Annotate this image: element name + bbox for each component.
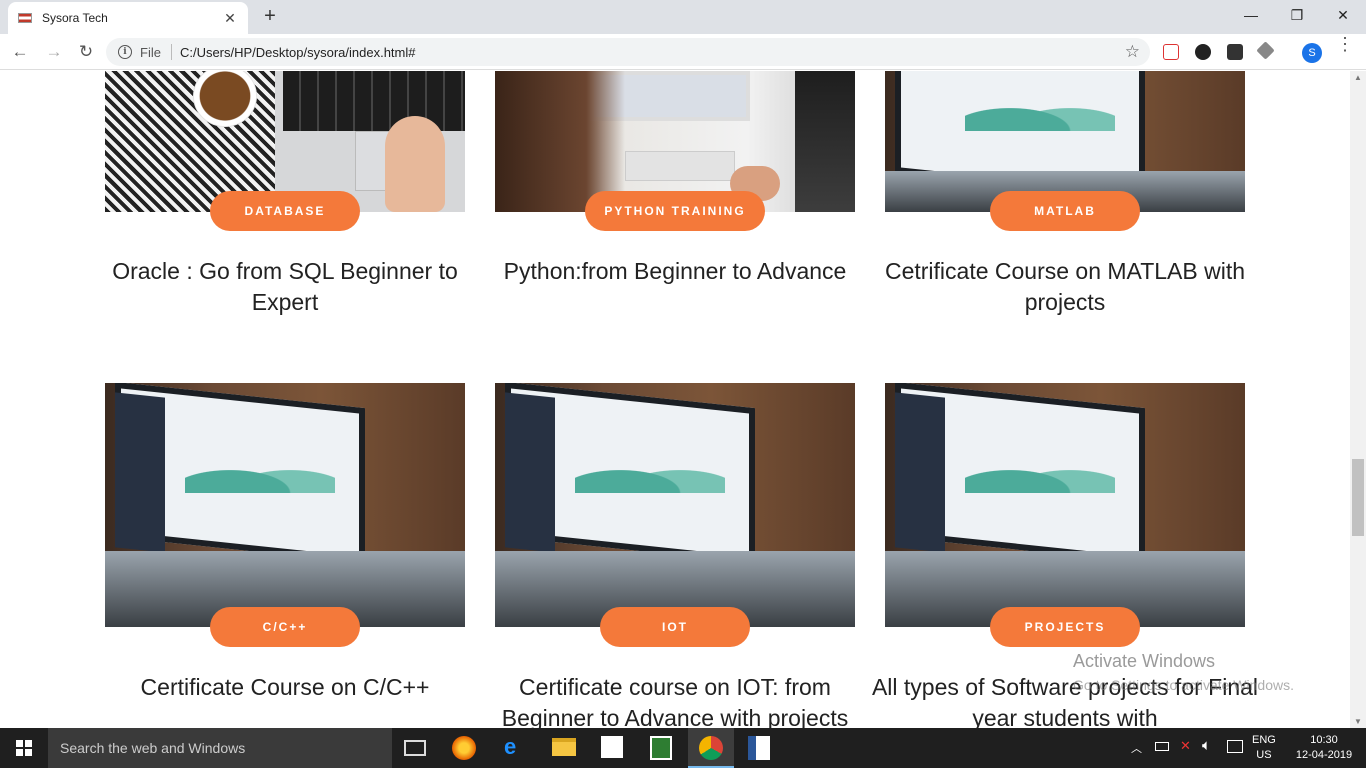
word-icon[interactable]: [748, 736, 770, 760]
page-scrollbar[interactable]: ▲ ▼: [1350, 71, 1366, 728]
reload-button[interactable]: ↻: [74, 40, 98, 64]
file-label: File: [140, 44, 161, 60]
category-pill[interactable]: DATABASE: [210, 191, 360, 231]
image-keyboard: [283, 71, 465, 131]
page-viewport: DATABASE Oracle : Go from SQL Beginner t…: [0, 71, 1350, 728]
region-code: US: [1256, 749, 1272, 761]
url-text[interactable]: C:/Users/HP/Desktop/sysora/index.html#: [180, 45, 416, 60]
image-laptop-sidebar: [115, 392, 165, 553]
language-indicator[interactable]: ENG US: [1252, 733, 1276, 763]
course-title[interactable]: Certificate course on IOT: from Beginner…: [475, 672, 875, 728]
course-title[interactable]: Oracle : Go from SQL Beginner to Expert: [85, 256, 485, 318]
network-icon[interactable]: ✕: [1180, 738, 1191, 754]
activate-windows-subtitle: Go to Settings to activate Windows.: [1073, 677, 1294, 693]
minimize-button[interactable]: —: [1228, 0, 1274, 30]
course-title[interactable]: Certificate Course on C/C++: [85, 672, 485, 703]
site-favicon-icon: [18, 13, 32, 23]
chrome-taskbar-button[interactable]: [688, 728, 734, 768]
course-card[interactable]: MATLAB Cetrificate Course on MATLAB with…: [885, 71, 1245, 315]
course-card[interactable]: PYTHON TRAINING Python:from Beginner to …: [495, 71, 855, 284]
browser-tab[interactable]: Sysora Tech ✕: [8, 2, 248, 34]
volume-icon[interactable]: 🔈︎: [1202, 737, 1211, 754]
show-hidden-icons-icon[interactable]: ︿: [1131, 740, 1142, 756]
spreadsheet-app-icon[interactable]: [650, 736, 672, 760]
file-explorer-icon[interactable]: [552, 738, 576, 756]
image-chart-wave: [965, 91, 1115, 131]
store-icon[interactable]: [601, 736, 623, 758]
extension-1-icon[interactable]: [1163, 44, 1179, 60]
category-pill[interactable]: MATLAB: [990, 191, 1140, 231]
omnibox-divider: [170, 44, 172, 60]
image-chart-wave: [965, 453, 1115, 493]
course-card[interactable]: C/C++ Certificate Course on C/C++: [105, 383, 465, 700]
new-tab-button[interactable]: +: [258, 5, 282, 28]
course-card[interactable]: IOT Certificate course on IOT: from Begi…: [495, 383, 855, 728]
scroll-up-arrow-icon[interactable]: ▲: [1350, 73, 1366, 82]
course-card[interactable]: PROJECTS All types of Software projects …: [872, 383, 1258, 728]
image-laptop-sidebar: [895, 392, 945, 553]
image-chart-wave: [185, 453, 335, 493]
extension-4-icon[interactable]: [1256, 41, 1275, 60]
chrome-icon: [699, 736, 723, 760]
back-button[interactable]: ←: [8, 40, 32, 64]
info-icon[interactable]: i: [118, 45, 132, 59]
tab-close-icon[interactable]: ✕: [222, 10, 238, 27]
start-button[interactable]: [0, 728, 48, 768]
course-title[interactable]: Cetrificate Course on MATLAB with projec…: [865, 256, 1265, 318]
clock[interactable]: 10:30 12-04-2019: [1286, 733, 1362, 763]
address-bar[interactable]: i File C:/Users/HP/Desktop/sysora/index.…: [106, 38, 1150, 66]
scroll-thumb[interactable]: [1352, 459, 1364, 536]
bookmark-star-icon[interactable]: ☆: [1125, 42, 1140, 62]
task-view-icon[interactable]: [404, 740, 426, 756]
notification-icon[interactable]: [1227, 740, 1243, 753]
edge-icon[interactable]: e: [504, 734, 516, 760]
category-pill[interactable]: PYTHON TRAINING: [585, 191, 765, 231]
language-code: ENG: [1252, 734, 1276, 746]
clock-date: 12-04-2019: [1295, 749, 1353, 761]
course-image[interactable]: [105, 383, 465, 627]
image-hand: [385, 116, 445, 212]
activate-windows-title: Activate Windows: [1073, 651, 1216, 671]
extension-2-icon[interactable]: [1195, 44, 1211, 60]
image-chart-wave: [575, 453, 725, 493]
taskbar-search-box[interactable]: Search the web and Windows: [48, 728, 392, 768]
category-pill[interactable]: IOT: [600, 607, 750, 647]
tab-title: Sysora Tech: [42, 11, 108, 25]
extension-3-icon[interactable]: [1227, 44, 1243, 60]
forward-button[interactable]: →: [42, 40, 66, 64]
image-person: [795, 71, 855, 212]
image-laptop-sidebar: [505, 392, 555, 553]
firefox-icon[interactable]: [452, 736, 476, 760]
course-image[interactable]: [885, 383, 1245, 627]
restore-button[interactable]: ❐: [1274, 0, 1320, 30]
course-title[interactable]: Python:from Beginner to Advance: [475, 256, 875, 287]
category-pill[interactable]: C/C++: [210, 607, 360, 647]
windows-logo-icon: [16, 740, 32, 756]
course-card[interactable]: DATABASE Oracle : Go from SQL Beginner t…: [105, 71, 465, 315]
clock-time: 10:30: [1310, 734, 1338, 746]
window-close-button[interactable]: ✕: [1320, 0, 1366, 30]
scroll-down-arrow-icon[interactable]: ▼: [1350, 717, 1366, 726]
battery-icon[interactable]: [1155, 742, 1169, 751]
browser-menu-icon[interactable]: ⋮: [1336, 35, 1354, 53]
browser-toolbar: ← → ↻ i File C:/Users/HP/Desktop/sysora/…: [0, 34, 1366, 70]
course-image[interactable]: [495, 383, 855, 627]
browser-tab-bar: Sysora Tech ✕ + — ❐ ✕: [0, 0, 1366, 34]
taskbar: Search the web and Windows e ︿ ✕ 🔈︎ ENG …: [0, 728, 1366, 768]
category-pill[interactable]: PROJECTS: [990, 607, 1140, 647]
profile-avatar[interactable]: S: [1302, 43, 1322, 63]
image-keyboard: [625, 151, 735, 181]
